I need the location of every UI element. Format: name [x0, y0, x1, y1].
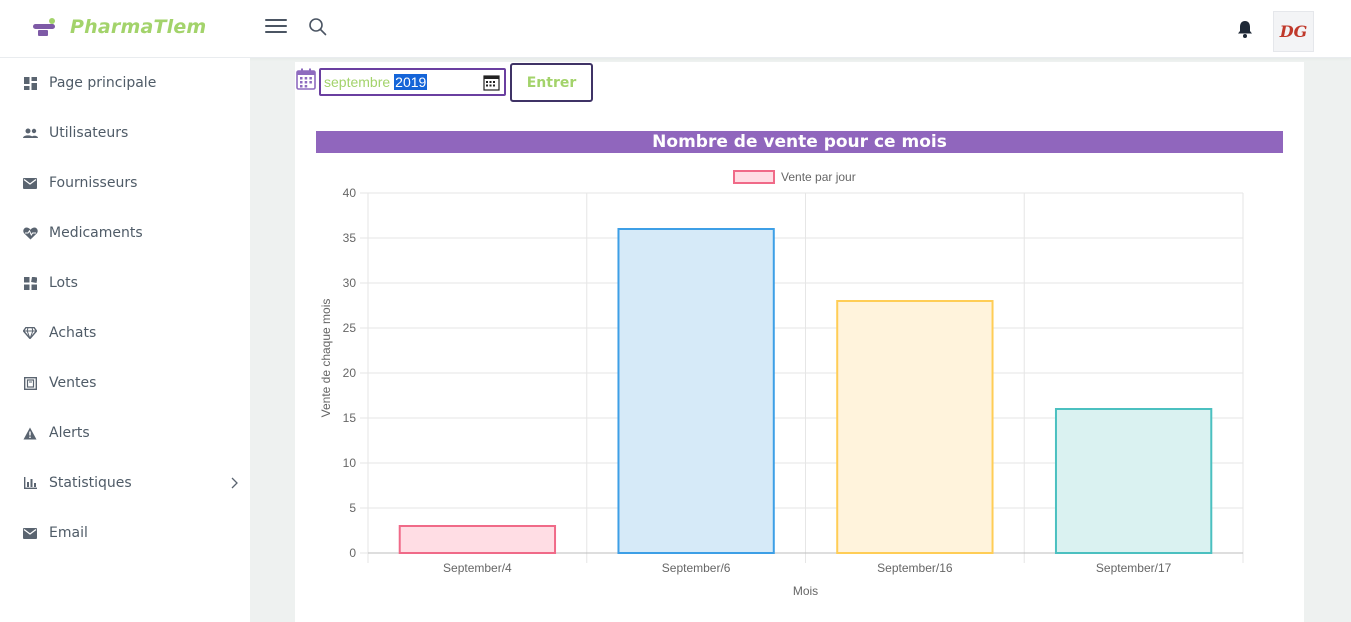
y-tick-label: 20	[343, 366, 357, 380]
sidebar-item-fournisseurs[interactable]: Fournisseurs	[0, 163, 250, 203]
mail-icon	[22, 525, 38, 541]
calendar-icon	[296, 68, 316, 90]
sidebar-item-statistiques[interactable]: Statistiques	[0, 463, 250, 503]
bar	[836, 300, 994, 554]
bell-icon[interactable]	[1236, 19, 1254, 39]
brand[interactable]: PharmaTlem	[30, 12, 206, 42]
warning-icon	[22, 425, 38, 441]
calendar-picker-icon[interactable]	[483, 74, 500, 91]
top-navbar: PharmaTlem DG	[0, 0, 1351, 58]
sidebar-item-label: Page principale	[49, 75, 157, 91]
bar-chart: 0 5 10 15 20 25 30 35 40 September/4 September/6 Se…	[319, 170, 1244, 598]
mail-icon	[22, 175, 38, 191]
sidebar: Page principale Utilisateurs Fournisseur…	[0, 58, 250, 622]
avatar-initials: DG	[1279, 22, 1308, 41]
y-tick-label: 0	[349, 546, 356, 560]
sidebar-item-page-principale[interactable]: Page principale	[0, 63, 250, 103]
dashboard-icon	[22, 75, 38, 91]
submit-button[interactable]: Entrer	[510, 63, 593, 102]
sidebar-item-label: Achats	[49, 325, 97, 341]
legend-swatch	[733, 170, 775, 184]
bar-chart-icon	[22, 475, 38, 491]
y-tick-label: 40	[343, 186, 357, 200]
chevron-right-icon	[231, 477, 238, 489]
sidebar-item-label: Lots	[49, 275, 78, 291]
avatar[interactable]: DG	[1273, 11, 1314, 52]
sidebar-item-alerts[interactable]: Alerts	[0, 413, 250, 453]
sidebar-item-email[interactable]: Email	[0, 513, 250, 553]
y-tick-label: 15	[343, 411, 357, 425]
sidebar-item-lots[interactable]: Lots	[0, 263, 250, 303]
sidebar-item-label: Medicaments	[49, 225, 143, 241]
brand-name: PharmaTlem	[70, 16, 207, 38]
sidebar-item-achats[interactable]: Achats	[0, 313, 250, 353]
y-tick-label: 30	[343, 276, 357, 290]
x-tick-label: September/17	[1096, 561, 1172, 575]
sidebar-item-utilisateurs[interactable]: Utilisateurs	[0, 113, 250, 153]
x-tick-label: September/6	[662, 561, 731, 575]
bar	[617, 228, 775, 554]
sidebar-item-label: Fournisseurs	[49, 175, 138, 191]
x-tick-label: September/4	[443, 561, 512, 575]
y-tick-label: 10	[343, 456, 357, 470]
month-value: septembre	[324, 74, 391, 90]
heart-pulse-icon	[22, 225, 38, 241]
sidebar-item-label: Alerts	[49, 425, 90, 441]
sidebar-item-label: Utilisateurs	[49, 125, 129, 141]
sidebar-item-label: Statistiques	[49, 475, 132, 491]
diamond-icon	[22, 325, 38, 341]
sidebar-item-label: Ventes	[49, 375, 97, 391]
y-tick-label: 25	[343, 321, 357, 335]
y-axis-label: Vente de chaque mois	[319, 299, 333, 418]
search-icon[interactable]	[308, 17, 328, 37]
hamburger-icon[interactable]	[265, 16, 289, 38]
year-value: 2019	[394, 74, 428, 90]
boxes-icon	[22, 275, 38, 291]
sidebar-item-label: Email	[49, 525, 88, 541]
month-input[interactable]: septembre 2019	[319, 68, 506, 96]
chart-title: Nombre de vente pour ce mois	[316, 131, 1283, 153]
y-tick-label: 5	[349, 501, 356, 515]
x-tick-label: September/16	[877, 561, 953, 575]
bar	[1054, 408, 1213, 554]
register-icon	[22, 375, 38, 391]
sidebar-item-ventes[interactable]: Ventes	[0, 363, 250, 403]
sidebar-item-medicaments[interactable]: Medicaments	[0, 213, 250, 253]
x-axis-label: Mois	[793, 584, 818, 598]
y-tick-label: 35	[343, 231, 357, 245]
pharmacy-logo-icon	[33, 18, 55, 36]
legend-label: Vente par jour	[781, 170, 856, 184]
bar	[398, 525, 557, 554]
users-icon	[22, 125, 38, 141]
